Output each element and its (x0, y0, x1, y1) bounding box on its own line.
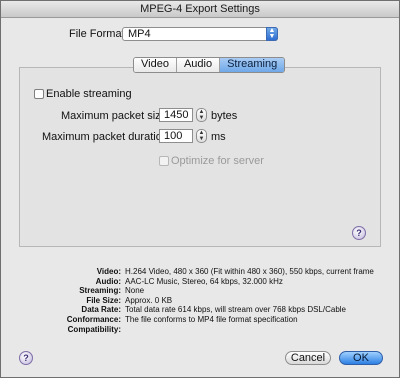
export-settings-window: MPEG-4 Export Settings File Format: MP4 … (0, 0, 400, 378)
summary-value: The file conforms to MP4 file format spe… (125, 314, 298, 324)
tab-video[interactable]: Video (134, 58, 177, 72)
max-packet-size-stepper[interactable]: ▲ ▼ (196, 108, 207, 122)
summary-key: Streaming: (79, 286, 121, 296)
summary-row: Video: H.264 Video, 480 x 360 (Fit withi… (21, 267, 381, 277)
max-packet-duration-label: Maximum packet duration: (42, 131, 171, 143)
summary-row: Audio: AAC-LC Music, Stereo, 64 kbps, 32… (21, 277, 381, 287)
help-icon[interactable]: ? (19, 351, 33, 365)
summary-value: None (125, 286, 145, 296)
max-packet-size-unit: bytes (211, 110, 238, 122)
summary-row: Data Rate: Total data rate 614 kbps, wil… (21, 305, 381, 315)
summary-value: Total data rate 614 kbps, will stream ov… (125, 305, 347, 315)
tab-audio[interactable]: Audio (176, 58, 221, 72)
max-packet-size-input[interactable]: 1450 (159, 108, 193, 122)
settings-summary: Video: H.264 Video, 480 x 360 (Fit withi… (21, 267, 381, 334)
summary-key: Conformance: (66, 314, 121, 324)
summary-row: Streaming: None (21, 286, 381, 296)
summary-row: Compatibility: (21, 325, 381, 335)
optimize-server-checkbox[interactable] (159, 156, 169, 166)
summary-key: Compatibility: (67, 324, 121, 334)
summary-key: Data Rate: (81, 305, 121, 315)
summary-key: Audio: (95, 276, 121, 286)
updown-arrows-icon: ▲ ▼ (266, 27, 278, 41)
summary-value: AAC-LC Music, Stereo, 64 kbps, 32.000 kH… (125, 276, 283, 286)
summary-value (125, 325, 381, 335)
summary-value: H.264 Video, 480 x 360 (Fit within 480 x… (125, 267, 374, 276)
summary-row: Conformance: The file conforms to MP4 fi… (21, 315, 381, 325)
settings-tabs: Video Audio Streaming (133, 57, 286, 73)
summary-key: Video: (96, 267, 121, 276)
optimize-server-label: Optimize for server (171, 155, 264, 167)
max-packet-duration-input[interactable]: 100 (159, 129, 193, 143)
enable-streaming-label: Enable streaming (46, 88, 132, 100)
max-packet-duration-unit: ms (211, 131, 226, 143)
max-packet-duration-stepper[interactable]: ▲ ▼ (196, 129, 207, 143)
file-format-popup[interactable]: MP4 ▲ ▼ (122, 27, 278, 41)
summary-key: File Size: (86, 295, 121, 305)
help-icon[interactable]: ? (352, 226, 366, 240)
cancel-button[interactable]: Cancel (285, 351, 331, 365)
window-title: MPEG-4 Export Settings (1, 1, 399, 18)
max-packet-size-label: Maximum packet size: (61, 110, 170, 122)
file-format-value: MP4 (128, 28, 151, 40)
ok-button[interactable]: OK (339, 351, 383, 365)
summary-value: Approx. 0 KB (125, 295, 173, 305)
summary-row: File Size: Approx. 0 KB (21, 296, 381, 306)
enable-streaming-checkbox[interactable] (34, 89, 44, 99)
file-format-label: File Format: (69, 28, 128, 40)
tab-streaming[interactable]: Streaming (220, 58, 285, 72)
